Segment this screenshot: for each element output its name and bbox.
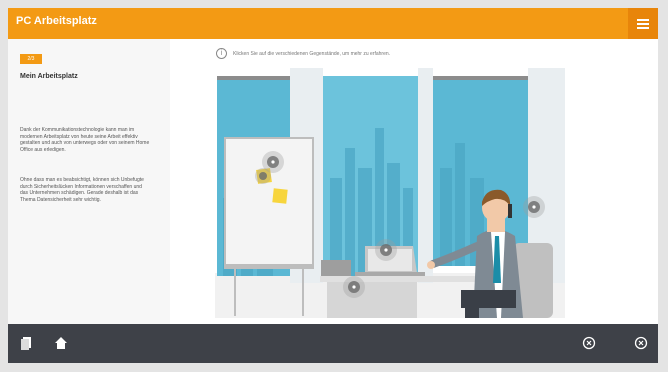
main-content: i Klicken Sie auf die verschiedenen Gege… <box>170 39 658 324</box>
instruction-line: i Klicken Sie auf die verschiedenen Gege… <box>216 48 390 59</box>
menu-button[interactable] <box>628 8 658 39</box>
hotspot-person-phone[interactable] <box>523 196 545 218</box>
document-button[interactable] <box>16 332 38 354</box>
info-icon: i <box>216 48 227 59</box>
footer-bar <box>8 324 658 363</box>
previous-circle-icon <box>582 336 596 350</box>
sidebar: 2/3 Mein Arbeitsplatz Dank der Kommunika… <box>8 39 170 324</box>
sidebar-title: Mein Arbeitsplatz <box>20 73 78 80</box>
chapter-badge: 2/3 <box>20 54 42 64</box>
next-button[interactable] <box>630 332 652 354</box>
app-title: PC Arbeitsplatz <box>16 15 97 27</box>
desk-objects <box>321 260 351 276</box>
sidebar-paragraph-1: Dank der Kommunikationstechnologie kann … <box>20 127 150 153</box>
instruction-text: Klicken Sie auf die verschiedenen Gegens… <box>233 50 391 57</box>
hotspot-desk-monitor[interactable] <box>343 276 365 298</box>
next-circle-icon <box>634 336 648 350</box>
previous-button[interactable] <box>578 332 600 354</box>
document-icon <box>21 337 31 350</box>
sidebar-paragraph-2: Ohne dass man es beabsichtigt, können si… <box>20 177 144 203</box>
header-bar: PC Arbeitsplatz <box>8 8 658 39</box>
office-scene <box>215 68 565 318</box>
hotspot-laptop[interactable] <box>375 239 397 261</box>
app-frame: PC Arbeitsplatz 2/3 Mein Arbeitsplatz Da… <box>8 8 658 363</box>
home-icon <box>55 337 67 349</box>
hamburger-menu-icon <box>637 18 649 21</box>
hotspot-sticky-notes[interactable] <box>255 168 271 184</box>
home-button[interactable] <box>50 332 72 354</box>
